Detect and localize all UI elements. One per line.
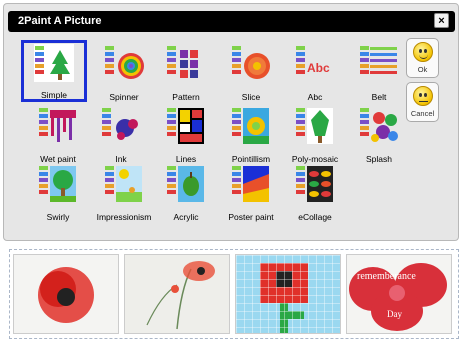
impressionism-icon <box>105 166 142 202</box>
ok-button[interactable]: Ok <box>406 38 439 78</box>
close-button[interactable]: × <box>434 13 449 28</box>
day-text: Day <box>387 309 402 319</box>
pointillism-icon <box>232 108 269 144</box>
ecollage-icon <box>296 166 333 202</box>
poppy-sketch-thumbnail[interactable] <box>124 254 230 334</box>
abc-glyph-text: Abc <box>307 61 330 75</box>
ok-label: Ok <box>417 65 428 74</box>
lines-icon <box>167 108 204 144</box>
remembrance-day-thumbnail[interactable]: rememberance Day <box>346 254 452 334</box>
abc-icon: Abc <box>296 46 330 75</box>
acrylic-icon <box>167 166 204 202</box>
remembrance-text: rememberance <box>357 271 416 282</box>
simple-icon <box>34 44 74 82</box>
neutral-face-icon <box>413 86 433 106</box>
slice-icon <box>232 46 270 79</box>
poppy-painting-thumbnail[interactable] <box>13 254 119 334</box>
tile-belt[interactable]: Belt <box>346 42 412 104</box>
dialog-title-bar: 2Paint A Picture × <box>8 11 455 32</box>
spinner-icon <box>105 46 144 79</box>
splash-icon <box>360 108 398 142</box>
swirly-icon <box>39 166 76 202</box>
happy-face-icon <box>413 42 433 62</box>
tile-splash[interactable]: Splash <box>346 104 412 166</box>
pixel-poppy-thumbnail[interactable] <box>235 254 341 334</box>
tile-simple[interactable]: Simple <box>21 40 87 102</box>
cancel-label: Cancel <box>410 109 435 118</box>
tile-label: eCollage <box>298 212 332 222</box>
dialog-title: 2Paint A Picture <box>18 15 102 27</box>
poster-paint-icon <box>232 166 269 202</box>
poly-mosaic-icon <box>296 108 333 144</box>
belt-icon <box>360 46 397 74</box>
ink-icon <box>102 108 138 140</box>
cancel-button[interactable]: Cancel <box>406 82 439 122</box>
wet-paint-icon <box>39 108 76 142</box>
pattern-icon <box>167 46 198 78</box>
tile-ecollage[interactable]: eCollage <box>282 162 348 224</box>
tile-label: Splash <box>366 154 392 164</box>
